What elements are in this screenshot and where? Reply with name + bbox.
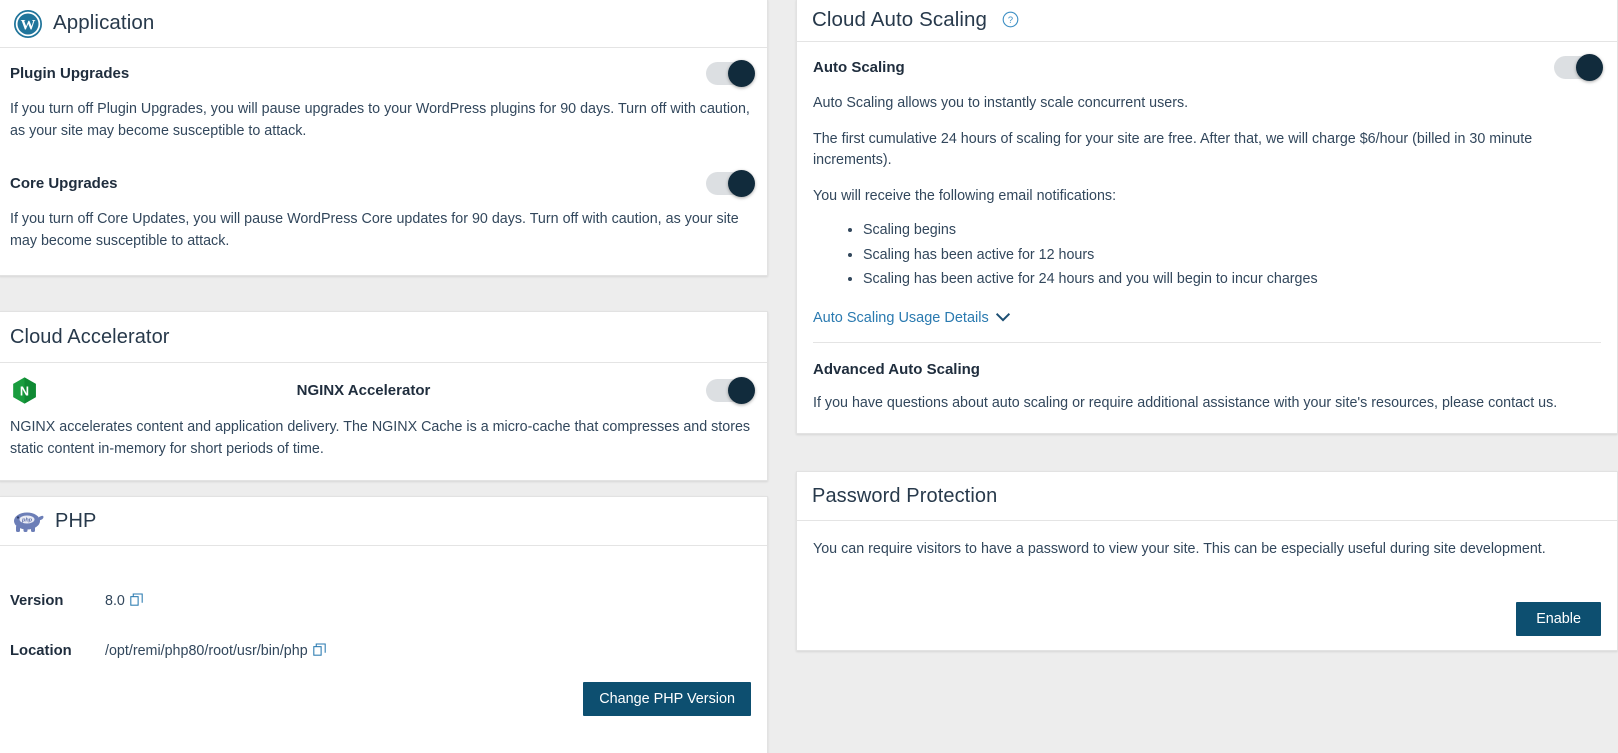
svg-text:?: ? — [1008, 15, 1013, 25]
left-column: W Application Plugin Upgrades If you tur… — [0, 0, 768, 753]
plugin-upgrades-block: Plugin Upgrades If you turn off Plugin U… — [10, 60, 755, 142]
toggle-knob — [728, 60, 755, 87]
auto-scaling-usage-details-label: Auto Scaling Usage Details — [813, 310, 989, 327]
chevron-down-icon — [995, 310, 1010, 326]
php-version-key: Version — [10, 593, 64, 609]
cloud-accelerator-card: Cloud Accelerator N NGINX Accelerator NG… — [0, 311, 768, 482]
toggle-knob — [1576, 54, 1603, 81]
auto-scaling-paragraph-1: Auto Scaling allows you to instantly sca… — [813, 95, 1189, 111]
cloud-auto-scaling-header: Cloud Auto Scaling ? — [797, 0, 1617, 41]
auto-scaling-label: Auto Scaling — [813, 58, 905, 76]
nginx-accelerator-row: N NGINX Accelerator — [10, 375, 755, 405]
php-card-header: php PHP — [0, 497, 767, 546]
password-protection-header: Password Protection — [797, 472, 1617, 521]
cloud-auto-scaling-title: Cloud Auto Scaling — [812, 8, 988, 32]
application-card-title: Application — [53, 11, 155, 35]
application-card-body: Plugin Upgrades If you turn off Plugin U… — [0, 48, 767, 275]
list-item: Scaling has been active for 12 hours — [863, 245, 1601, 266]
auto-scaling-usage-details-link[interactable]: Auto Scaling Usage Details — [813, 310, 1010, 326]
core-upgrades-label: Core Upgrades — [10, 174, 118, 192]
password-protection-description: You can require visitors to have a passw… — [813, 541, 1546, 557]
plugin-upgrades-label: Plugin Upgrades — [10, 64, 130, 82]
auto-scaling-row: Auto Scaling — [813, 54, 1603, 81]
svg-text:W: W — [21, 17, 36, 33]
core-upgrades-row: Core Upgrades — [10, 170, 755, 198]
auto-scaling-paragraph-2: The first cumulative 24 hours of scaling… — [813, 130, 1533, 169]
advanced-auto-scaling-heading: Advanced Auto Scaling — [813, 361, 980, 379]
password-protection-title: Password Protection — [812, 485, 998, 507]
php-version-value: 8.0 — [105, 593, 125, 609]
application-card: W Application Plugin Upgrades If you tur… — [0, 0, 768, 276]
nginx-accelerator-label: NGINX Accelerator — [296, 381, 431, 399]
php-card-body: Version 8.0 Location /opt/remi/php80/roo… — [0, 546, 767, 753]
cloud-accelerator-body: N NGINX Accelerator NGINX accelerates co… — [0, 363, 767, 480]
password-protection-card: Password Protection You can require visi… — [796, 471, 1618, 651]
core-upgrades-toggle[interactable] — [706, 170, 755, 198]
php-card-title: PHP — [55, 510, 97, 532]
auto-scaling-toggle[interactable] — [1554, 54, 1603, 81]
plugin-upgrades-row: Plugin Upgrades — [10, 60, 755, 87]
cloud-auto-scaling-body: Auto Scaling Auto Scaling allows you to … — [797, 41, 1617, 433]
cloud-accelerator-header: Cloud Accelerator — [0, 312, 767, 363]
list-item: Scaling begins — [863, 220, 1601, 241]
section-divider — [813, 342, 1601, 344]
plugin-upgrades-toggle[interactable] — [706, 60, 755, 87]
php-version-value-wrap: 8.0 — [105, 593, 143, 609]
advanced-auto-scaling-text: If you have questions about auto scaling… — [813, 395, 1558, 412]
copy-icon[interactable] — [308, 643, 326, 659]
password-protection-body: You can require visitors to have a passw… — [797, 521, 1617, 668]
cloud-auto-scaling-card: Cloud Auto Scaling ? Auto Scaling Auto S… — [796, 0, 1618, 434]
nginx-accelerator-toggle[interactable] — [706, 376, 755, 404]
plugin-upgrades-description: If you turn off Plugin Upgrades, you wil… — [10, 101, 750, 139]
php-elephant-icon: php — [10, 509, 44, 533]
list-item: Scaling has been active for 24 hours and… — [863, 269, 1601, 290]
auto-scaling-paragraph-3: You will receive the following email not… — [813, 188, 1117, 205]
change-php-version-button[interactable]: Change PHP Version — [583, 682, 751, 717]
php-card: php PHP Version 8.0 Location /opt/remi/p… — [0, 496, 768, 753]
svg-text:php: php — [21, 518, 33, 524]
help-circle-icon[interactable]: ? — [998, 11, 1019, 31]
auto-scaling-section: Auto Scaling Auto Scaling allows you to … — [797, 41, 1617, 361]
php-location-value: /opt/remi/php80/root/usr/bin/php — [105, 643, 308, 659]
wordpress-icon: W — [14, 9, 42, 38]
php-location-value-wrap: /opt/remi/php80/root/usr/bin/php — [105, 643, 326, 659]
copy-icon[interactable] — [125, 593, 143, 609]
toggle-knob — [728, 376, 755, 404]
advanced-auto-scaling-section: Advanced Auto Scaling If you have questi… — [797, 361, 1617, 433]
auto-scaling-notification-list: Scaling begins Scaling has been active f… — [813, 220, 1601, 290]
nginx-accelerator-description: NGINX accelerates content and applicatio… — [10, 419, 751, 457]
enable-password-protection-button[interactable]: Enable — [1516, 602, 1601, 637]
cloud-accelerator-title: Cloud Accelerator — [10, 326, 170, 348]
toggle-knob — [728, 170, 755, 198]
php-version-row: Version 8.0 — [10, 593, 143, 609]
settings-page: W Application Plugin Upgrades If you tur… — [0, 0, 1618, 753]
right-column: Cloud Auto Scaling ? Auto Scaling Auto S… — [796, 0, 1618, 753]
core-upgrades-block: Core Upgrades If you turn off Core Updat… — [10, 170, 755, 252]
core-upgrades-description: If you turn off Core Updates, you will p… — [10, 211, 739, 250]
php-location-key: Location — [10, 643, 72, 659]
php-location-row: Location /opt/remi/php80/root/usr/bin/ph… — [10, 643, 326, 659]
application-card-header: W Application — [0, 0, 767, 48]
